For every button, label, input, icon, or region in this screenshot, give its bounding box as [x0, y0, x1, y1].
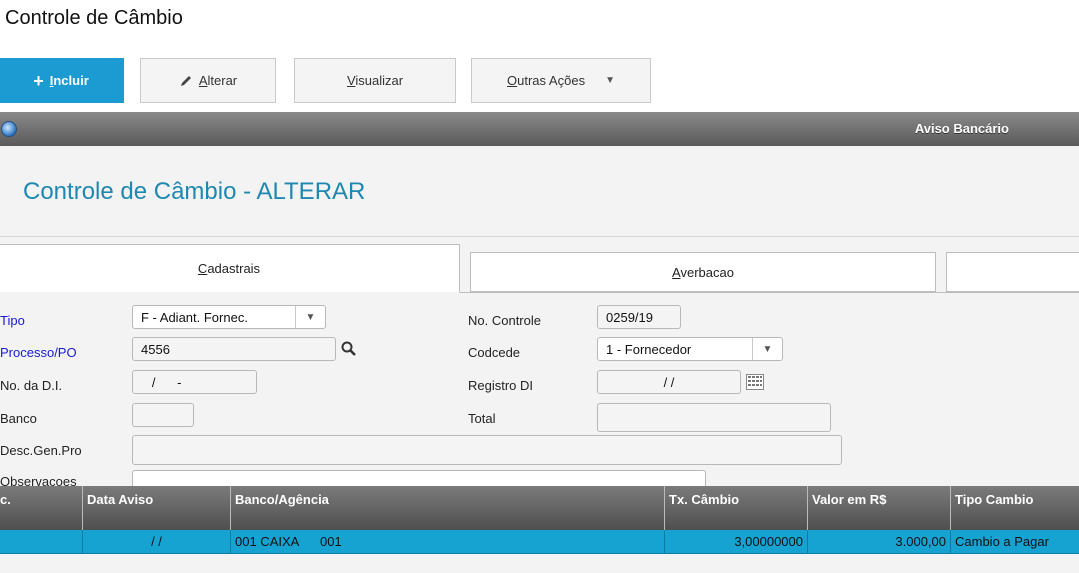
visualizar-button[interactable]: Visualizar — [294, 58, 456, 103]
incluir-label: Incluir — [49, 73, 89, 88]
window-title-bar: Aviso Bancário — [0, 112, 1079, 146]
registro-label: Registro DI — [468, 378, 534, 393]
codcede-value: 1 - Fornecedor — [606, 341, 692, 357]
incluir-button[interactable]: + Incluir — [0, 58, 124, 103]
outras-acoes-button[interactable]: Outras Ações ▼ — [471, 58, 651, 103]
total-input[interactable] — [597, 403, 831, 432]
tab-cadastrais-label: Cadastrais — [197, 261, 261, 276]
tab-more[interactable] — [946, 252, 1079, 292]
banco-input[interactable] — [132, 403, 194, 427]
tab-averbacao-label: Averbacao — [672, 264, 734, 280]
di-value: / - — [141, 374, 182, 390]
column-header-data-aviso[interactable]: Data Aviso — [82, 486, 230, 530]
outras-acoes-label: Outras Ações — [507, 73, 586, 88]
column-header-valor[interactable]: Valor em R$ — [807, 486, 950, 530]
table-row[interactable]: / / 001 CAIXA 001 3,00000000 3.000,00 Ca… — [0, 530, 1079, 554]
processo-value: 4556 — [141, 341, 170, 357]
banco-label: Banco — [0, 411, 37, 426]
desc-label: Desc.Gen.Pro — [0, 443, 82, 458]
visualizar-label: Visualizar — [346, 73, 404, 88]
grid-header: c. Data Aviso Banco/Agência Tx. Câmbio V… — [0, 486, 1079, 530]
processo-label: Processo/PO — [0, 345, 77, 360]
divider — [0, 236, 1079, 237]
tab-divider — [460, 292, 1079, 293]
chevron-down-icon: ▼ — [605, 75, 615, 86]
controle-label: No. Controle — [468, 313, 541, 328]
alterar-button[interactable]: Alterar — [140, 58, 276, 103]
cell-banco: 001 CAIXA — [230, 530, 316, 554]
di-label: No. da D.I. — [0, 378, 63, 393]
calendar-icon[interactable] — [746, 374, 764, 390]
column-header-banco-agencia[interactable]: Banco/Agência — [230, 486, 664, 530]
cell-valor: 3.000,00 — [807, 530, 950, 554]
controle-input[interactable]: 0259/19 — [597, 305, 681, 329]
pencil-icon — [180, 75, 191, 86]
codcede-select[interactable]: 1 - Fornecedor ▼ — [597, 337, 783, 361]
processo-input[interactable]: 4556 — [132, 337, 336, 361]
grid-empty-area — [0, 554, 1079, 573]
controle-value: 0259/19 — [606, 309, 653, 325]
tipo-select[interactable]: F - Adiant. Fornec. ▼ — [132, 305, 326, 329]
registro-input[interactable]: / / — [597, 370, 741, 394]
alterar-label: Alterar — [198, 73, 238, 88]
column-header-tipo-cambio[interactable]: Tipo Cambio — [950, 486, 1079, 530]
cell-tx-cambio: 3,00000000 — [664, 530, 807, 554]
chevron-down-icon: ▼ — [752, 338, 782, 360]
app-title: Controle de Câmbio — [5, 7, 183, 29]
cell-c — [0, 530, 82, 554]
form-area: Controle de Câmbio - ALTERAR Cadastrais … — [0, 146, 1079, 500]
cell-data-aviso: / / — [82, 530, 230, 554]
column-header-tx-cambio[interactable]: Tx. Câmbio — [664, 486, 807, 530]
search-icon[interactable] — [340, 340, 358, 358]
chevron-down-icon: ▼ — [295, 306, 325, 328]
total-label: Total — [468, 411, 496, 426]
registro-value: / / — [663, 374, 675, 390]
tab-cadastrais[interactable]: Cadastrais — [0, 244, 460, 293]
tipo-value: F - Adiant. Fornec. — [141, 309, 248, 325]
di-input[interactable]: / - — [132, 370, 257, 394]
desc-input[interactable] — [132, 435, 842, 465]
tipo-label: Tipo — [0, 313, 25, 328]
column-header-c[interactable]: c. — [0, 486, 82, 530]
window-title: Aviso Bancário — [914, 121, 1009, 136]
plus-icon: + — [33, 70, 44, 91]
cell-agencia: 001 — [320, 534, 342, 549]
cell-tipo-cambio: Cambio a Pagar — [950, 530, 1079, 554]
page-heading: Controle de Câmbio - ALTERAR — [23, 178, 366, 205]
tab-averbacao[interactable]: Averbacao — [470, 252, 936, 292]
app-logo-icon — [1, 121, 17, 137]
codcede-label: Codcede — [468, 345, 521, 360]
